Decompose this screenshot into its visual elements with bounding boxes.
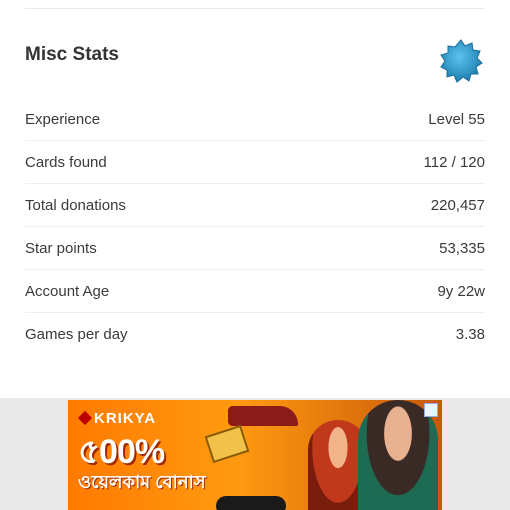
adchoices-icon[interactable] xyxy=(424,403,438,417)
stat-row-cards-found: Cards found 112 / 120 xyxy=(25,141,485,184)
ad-subline: ওয়েলকাম বোনাস xyxy=(78,472,206,492)
misc-stats-header: Misc Stats xyxy=(25,38,485,88)
stat-row-games-per-day: Games per day 3.38 xyxy=(25,313,485,355)
stat-value: 53,335 xyxy=(439,239,485,257)
stat-label: Account Age xyxy=(25,282,110,300)
stat-label: Games per day xyxy=(25,325,128,343)
stats-list: Experience Level 55 Cards found 112 / 12… xyxy=(25,98,485,355)
ad-brand-text: KRIKYA xyxy=(94,410,157,427)
stat-row-account-age: Account Age 9y 22w xyxy=(25,270,485,313)
stat-value: 9y 22w xyxy=(437,282,485,300)
card-title: Misc Stats xyxy=(25,44,119,65)
ad-banner[interactable]: KRIKYA ৫00% ওয়েলকাম বোনাস xyxy=(68,400,442,510)
ad-brand: KRIKYA xyxy=(77,410,157,427)
stat-label: Star points xyxy=(25,239,97,257)
top-divider xyxy=(25,8,485,9)
stat-row-experience: Experience Level 55 xyxy=(25,98,485,141)
stat-label: Experience xyxy=(25,110,101,128)
coin-graphic xyxy=(204,424,250,464)
stat-value: 112 / 120 xyxy=(423,153,485,171)
brand-logo-icon xyxy=(77,410,93,426)
stat-label: Cards found xyxy=(25,153,107,171)
gear-badge-icon xyxy=(440,39,483,83)
stat-label: Total donations xyxy=(25,196,126,214)
ad-cta-button[interactable] xyxy=(216,496,286,510)
plane-graphic xyxy=(228,406,298,426)
stat-row-star-points: Star points 53,335 xyxy=(25,227,485,270)
stat-row-total-donations: Total donations 220,457 xyxy=(25,184,485,227)
ad-area: KRIKYA ৫00% ওয়েলকাম বোনাস xyxy=(0,398,510,510)
stat-value: 220,457 xyxy=(430,196,485,214)
stat-value: 3.38 xyxy=(455,325,485,343)
stat-value: Level 55 xyxy=(428,110,485,128)
